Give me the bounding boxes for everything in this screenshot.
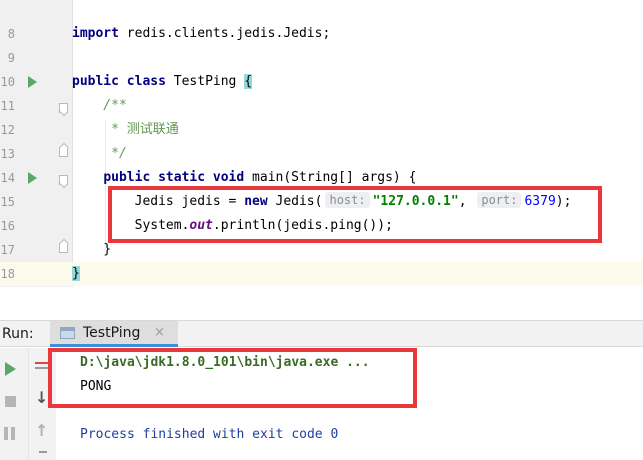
fold-icon[interactable] [59,103,68,113]
code-token: public [72,74,119,89]
line-number: 11 [0,99,15,113]
code-line-13[interactable]: 13 */ [0,142,643,166]
line-number: 10 [0,75,15,89]
editor-panel-gap [0,287,643,320]
code-token: 测试联通 [126,122,179,137]
code-token: } [72,242,112,257]
line-number: 8 [7,27,15,41]
code-token: import [72,26,119,41]
code-editor[interactable]: 8 import redis.clients.jedis.Jedis; 9 10 pub… [0,0,643,287]
line-number: 13 [0,147,15,161]
code-token: { [244,74,253,89]
line-number: 12 [0,123,15,137]
code-token: main(String[] args) { [244,170,417,185]
line-number: 18 [0,267,15,281]
scroll-to-end-icon[interactable] [35,362,49,374]
code-text: /** [72,94,127,118]
code-token: public [103,170,151,185]
code-token: * [72,122,127,137]
code-line-18[interactable]: 18} [0,262,643,286]
code-line-12[interactable]: 12 * 测试联通 [0,118,643,142]
code-token: */ [72,146,127,161]
pause-icon[interactable] [4,427,17,440]
fold-end-icon[interactable] [59,243,68,253]
run-panel-header: Run: TestPing × [0,320,643,347]
tab-label: TestPing [83,325,141,341]
code-text: } [72,238,111,262]
run-gutter-icon[interactable] [28,76,37,88]
highlight-box-output [48,348,417,408]
code-token: void [212,170,245,185]
fold-end-icon[interactable] [59,147,68,157]
code-token: } [72,266,80,281]
toolbar-divider [28,348,29,460]
code-line-9[interactable]: 9 [0,46,643,70]
up-arrow-icon[interactable]: ↑ [35,421,48,440]
line-number: 16 [0,219,15,233]
tab-testping[interactable]: TestPing × [50,321,178,347]
code-token: redis.clients.jedis.Jedis; [118,26,331,41]
run-icon[interactable] [5,362,16,376]
stop-icon[interactable] [5,396,16,407]
line-number: 9 [7,51,15,65]
close-tab-icon[interactable]: × [154,325,165,340]
code-text: public class TestPing { [72,70,253,94]
line-number: 14 [0,171,15,185]
code-text: */ [72,142,127,166]
line-number: 15 [0,195,15,209]
code-token: class [126,74,166,89]
run-gutter-icon[interactable] [28,172,37,184]
highlight-box-code [108,186,602,243]
code-token: /** [72,98,127,113]
down-arrow-icon[interactable]: ↓ [35,388,48,407]
code-line-10[interactable]: 10 public class TestPing { [0,70,643,94]
code-text: } [72,262,80,286]
console-icon [60,327,75,339]
code-token: TestPing [165,74,245,89]
code-text: import redis.clients.jedis.Jedis; [72,22,330,46]
fold-icon[interactable] [59,175,68,185]
code-token: static [158,170,206,185]
more-icon[interactable] [39,451,47,453]
line-number: 17 [0,243,15,257]
console-exit-message: Process finished with exit code 0 [80,427,339,442]
code-line-11[interactable]: 11 /** [0,94,643,118]
code-text: * 测试联通 [72,118,179,142]
run-label: Run: [2,326,34,342]
code-line-8[interactable]: 8 import redis.clients.jedis.Jedis; [0,22,643,46]
